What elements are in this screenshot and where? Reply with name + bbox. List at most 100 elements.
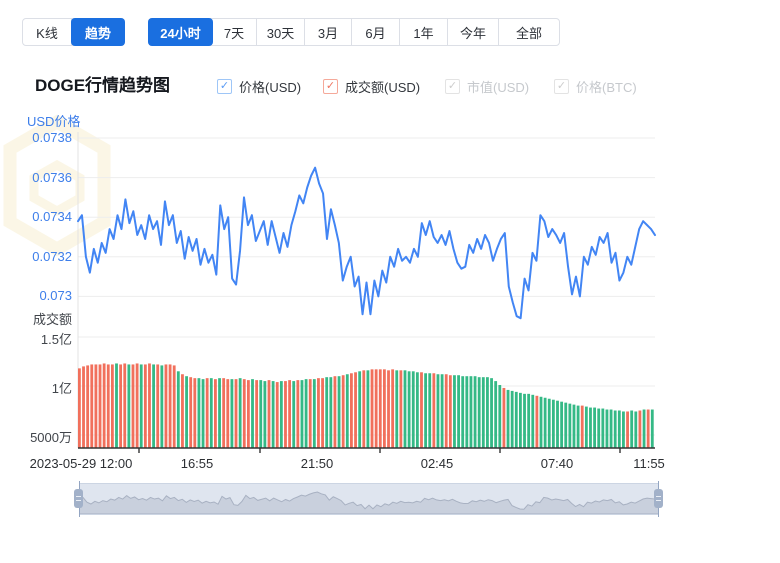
volume-bar [259, 380, 263, 448]
price-axis-title: USD价格 [27, 114, 81, 129]
tab-ytd[interactable]: 今年 [448, 19, 499, 45]
volume-bar [399, 370, 403, 448]
volume-bar [139, 364, 143, 448]
legend-price-usd[interactable]: ✓ 价格(USD) [217, 77, 301, 96]
volume-bar [374, 369, 378, 448]
x-tick-label: 07:40 [540, 456, 574, 471]
tab-trend[interactable]: 趋势 [71, 18, 125, 46]
volume-bar [312, 379, 316, 448]
chart-navigator[interactable] [74, 481, 663, 517]
volume-bar [106, 364, 110, 448]
volume-bar [539, 396, 543, 448]
volume-bar [535, 395, 539, 448]
x-tick-label: 21:50 [300, 456, 334, 471]
volume-bar [626, 411, 629, 448]
volume-bar [514, 391, 518, 448]
volume-bar [411, 371, 415, 448]
volume-bar [135, 363, 139, 448]
volume-bar [222, 378, 226, 448]
volume-bar [613, 410, 617, 448]
price-volume-chart[interactable]: USD价格 成交额 0.0738 0.0736 0.0734 0.0732 0.073 1… [0, 110, 780, 471]
plot-area[interactable] [0, 110, 780, 470]
volume-bar [168, 364, 172, 448]
volume-bar [494, 381, 498, 448]
x-tick-label: 02:45 [420, 456, 454, 471]
legend-price-btc[interactable]: ✓ 价格(BTC) [554, 77, 637, 96]
chart-type-tab-group: K线 趋势 [22, 18, 125, 46]
x-tick-label: 16:55 [180, 456, 214, 471]
volume-bar [366, 370, 370, 448]
tab-7d[interactable]: 7天 [212, 19, 257, 45]
volume-bar [465, 376, 469, 448]
volume-bar [506, 389, 510, 448]
legend-volume-usd-checkbox[interactable]: ✓ [323, 79, 338, 94]
tab-3m[interactable]: 3月 [305, 19, 352, 45]
volume-bar [350, 373, 353, 448]
volume-bar [609, 409, 613, 448]
volume-bar [403, 370, 407, 448]
volume-bar [234, 379, 238, 448]
volume-bar [382, 369, 386, 448]
legend-price-btc-checkbox[interactable]: ✓ [554, 79, 569, 94]
navigator-right-handle[interactable] [654, 489, 663, 508]
volume-bar [642, 409, 646, 448]
volume-bar [551, 399, 555, 448]
legend-volume-usd-label: 成交额(USD) [345, 80, 421, 95]
volume-bar [457, 375, 460, 448]
volume-bar [333, 376, 337, 448]
tab-24h[interactable]: 24小时 [148, 18, 213, 46]
volume-bar [209, 378, 213, 448]
volume-bar [156, 364, 160, 448]
y-tick-label: 1.5亿 [40, 332, 72, 347]
volume-bar [246, 380, 250, 448]
volume-bar [448, 375, 452, 448]
time-range-tab-group: 24小时 7天 30天 3月 6月 1年 今年 全部 [148, 18, 560, 46]
legend-marketcap-usd-checkbox[interactable]: ✓ [445, 79, 460, 94]
page-title: DOGE行情趋势图 [35, 76, 171, 95]
volume-bar [102, 363, 106, 448]
volume-bar [432, 373, 436, 448]
legend-marketcap-usd[interactable]: ✓ 市值(USD) [445, 77, 529, 96]
tab-kline[interactable]: K线 [23, 19, 72, 45]
volume-bar [119, 364, 123, 448]
volume-bar [86, 365, 90, 448]
legend-price-usd-checkbox[interactable]: ✓ [217, 79, 232, 94]
volume-bar [477, 377, 481, 448]
tab-all[interactable]: 全部 [499, 19, 559, 45]
volume-bar [617, 410, 621, 448]
volume-bar [329, 377, 333, 448]
volume-bar [131, 364, 135, 448]
legend-volume-usd[interactable]: ✓ 成交额(USD) [323, 77, 420, 96]
legend-price-btc-label: 价格(BTC) [576, 80, 637, 95]
volume-bar [580, 405, 584, 448]
y-tick-label: 0.0736 [32, 169, 72, 185]
navigator-left-handle[interactable] [74, 489, 83, 508]
volume-bar [461, 376, 465, 448]
tab-1y[interactable]: 1年 [400, 19, 448, 45]
volume-bar [197, 378, 201, 448]
volume-bar [279, 381, 283, 448]
tab-30d[interactable]: 30天 [257, 19, 305, 45]
volume-bar [189, 377, 193, 448]
tab-6m[interactable]: 6月 [352, 19, 400, 45]
volume-bar [622, 411, 625, 448]
volume-bar [238, 378, 242, 448]
volume-bar [584, 406, 588, 448]
volume-bar [304, 379, 308, 448]
volume-bar [601, 408, 605, 448]
volume-bar [176, 371, 180, 448]
y-tick-label: 0.073 [39, 288, 72, 304]
volume-bar [560, 401, 564, 448]
volume-bar [523, 393, 526, 448]
volume-bar [473, 376, 477, 448]
volume-bar [275, 382, 279, 448]
volume-bar [78, 368, 81, 448]
volume-bar [469, 376, 473, 448]
volume-bar [605, 409, 609, 448]
volume-axis-title: 成交额 [32, 312, 72, 327]
volume-bar [255, 380, 259, 448]
volume-bar [341, 375, 345, 448]
volume-bar [486, 377, 489, 448]
volume-bar [498, 385, 502, 448]
volume-bar [395, 370, 399, 448]
